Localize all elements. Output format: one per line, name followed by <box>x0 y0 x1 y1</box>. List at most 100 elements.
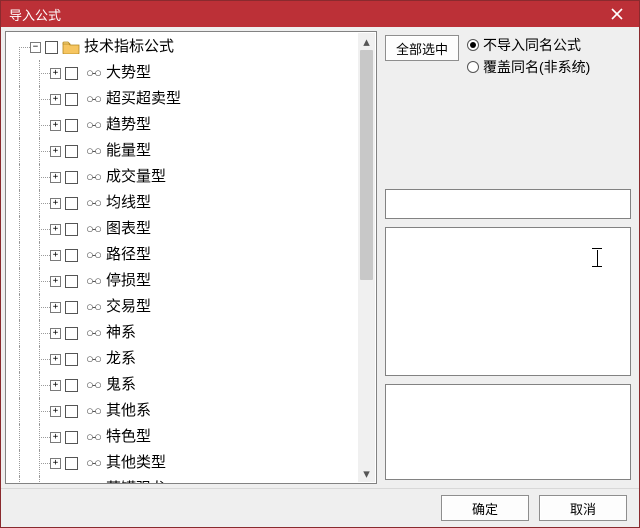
scroll-thumb[interactable] <box>360 50 373 280</box>
expander-icon[interactable]: + <box>50 198 61 209</box>
tree-node-label: 神系 <box>106 320 136 346</box>
checkbox[interactable] <box>45 41 58 54</box>
options-row: 全部选中 不导入同名公式 覆盖同名(非系统) <box>381 31 635 77</box>
expander-icon[interactable]: + <box>50 68 61 79</box>
tree-node[interactable]: +○-○蓄罐强龙 <box>10 476 376 483</box>
window-title: 导入公式 <box>9 5 61 24</box>
radio-skip-same-name[interactable]: 不导入同名公式 <box>467 35 590 55</box>
checkbox[interactable] <box>65 249 78 262</box>
tree-node[interactable]: +○-○超买超卖型 <box>10 86 376 112</box>
import-formula-dialog: 导入公式 −技术指标公式+○-○大势型+○-○超买超卖型+○-○趋势型+○-○能… <box>0 0 640 528</box>
tree-node[interactable]: +○-○成交量型 <box>10 164 376 190</box>
expander-icon[interactable]: + <box>50 354 61 365</box>
tree-node[interactable]: +○-○大势型 <box>10 60 376 86</box>
expander-icon[interactable]: + <box>50 302 61 313</box>
info-panel-small <box>385 189 631 219</box>
cancel-button[interactable]: 取消 <box>539 495 627 521</box>
link-icon: ○-○ <box>82 196 104 210</box>
scroll-down-icon[interactable]: ▾ <box>358 465 375 482</box>
checkbox[interactable] <box>65 171 78 184</box>
scroll-up-icon[interactable]: ▴ <box>358 33 375 50</box>
expander-icon[interactable]: + <box>50 224 61 235</box>
tree-scrollbar[interactable]: ▴ ▾ <box>358 33 375 482</box>
tree-root[interactable]: − 技术指标公式 <box>10 34 376 60</box>
checkbox[interactable] <box>65 119 78 132</box>
link-icon: ○-○ <box>82 404 104 418</box>
radio-label: 不导入同名公式 <box>483 35 581 55</box>
tree-node[interactable]: + ○-○路径型 <box>10 242 376 268</box>
link-icon: ○-○ <box>82 300 104 314</box>
ok-button[interactable]: 确定 <box>441 495 529 521</box>
expander-icon[interactable]: − <box>30 42 41 53</box>
dialog-buttons: 确定 取消 <box>1 488 639 527</box>
tree-node-label: 大势型 <box>106 60 151 86</box>
tree-node-label: 技术指标公式 <box>84 34 174 60</box>
checkbox[interactable] <box>65 457 78 470</box>
titlebar: 导入公式 <box>1 1 639 27</box>
radio-label: 覆盖同名(非系统) <box>483 57 590 77</box>
checkbox[interactable] <box>65 405 78 418</box>
tree-node-label: 鬼系 <box>106 372 136 398</box>
description-panel[interactable] <box>385 227 631 376</box>
folder-icon <box>62 40 80 54</box>
tree-node[interactable]: +○-○特色型 <box>10 424 376 450</box>
scroll-track[interactable] <box>358 50 375 465</box>
tree-node-label: 特色型 <box>106 424 151 450</box>
expander-icon[interactable]: + <box>50 276 61 287</box>
checkbox[interactable] <box>65 483 78 484</box>
expander-icon[interactable]: + <box>50 328 61 339</box>
tree-node[interactable]: + ○-○停损型 <box>10 268 376 294</box>
select-all-button[interactable]: 全部选中 <box>385 35 459 61</box>
checkbox[interactable] <box>65 67 78 80</box>
tree-node-label: 趋势型 <box>106 112 151 138</box>
expander-icon[interactable]: + <box>50 406 61 417</box>
tree-node-label: 均线型 <box>106 190 151 216</box>
checkbox[interactable] <box>65 353 78 366</box>
tree-node[interactable]: + ○-○均线型 <box>10 190 376 216</box>
checkbox[interactable] <box>65 275 78 288</box>
expander-icon[interactable]: + <box>50 250 61 261</box>
expander-icon[interactable]: + <box>50 432 61 443</box>
close-button[interactable] <box>595 1 639 27</box>
tree-node[interactable]: +○-○图表型 <box>10 216 376 242</box>
tree-node[interactable]: +○-○其他系 <box>10 398 376 424</box>
link-icon: ○-○ <box>82 118 104 132</box>
tree-node-label: 路径型 <box>106 242 151 268</box>
tree-node[interactable]: +○-○交易型 <box>10 294 376 320</box>
checkbox[interactable] <box>65 379 78 392</box>
radio-overwrite-nonsys[interactable]: 覆盖同名(非系统) <box>467 57 590 77</box>
checkbox[interactable] <box>65 93 78 106</box>
tree-node[interactable]: +○-○其他类型 <box>10 450 376 476</box>
formula-tree[interactable]: −技术指标公式+○-○大势型+○-○超买超卖型+○-○趋势型+○-○能量型+○-… <box>6 32 376 483</box>
link-icon: ○-○ <box>82 378 104 392</box>
expander-icon[interactable]: + <box>50 380 61 391</box>
expander-icon[interactable]: + <box>50 146 61 157</box>
radio-dot-icon <box>467 61 479 73</box>
close-icon <box>611 8 623 20</box>
checkbox[interactable] <box>65 301 78 314</box>
tree-node[interactable]: +○-○能量型 <box>10 138 376 164</box>
link-icon: ○-○ <box>82 274 104 288</box>
link-icon: ○-○ <box>82 248 104 262</box>
checkbox[interactable] <box>65 431 78 444</box>
tree-node-label: 其他类型 <box>106 450 166 476</box>
text-cursor-icon <box>592 248 602 268</box>
checkbox[interactable] <box>65 197 78 210</box>
tree-node[interactable]: +○-○神系 <box>10 320 376 346</box>
tree-node-label: 停损型 <box>106 268 151 294</box>
tree-node-label: 图表型 <box>106 216 151 242</box>
link-icon: ○-○ <box>82 92 104 106</box>
dialog-body: −技术指标公式+○-○大势型+○-○超买超卖型+○-○趋势型+○-○能量型+○-… <box>1 27 639 527</box>
checkbox[interactable] <box>65 223 78 236</box>
tree-node[interactable]: + ○-○趋势型 <box>10 112 376 138</box>
expander-icon[interactable]: + <box>50 120 61 131</box>
checkbox[interactable] <box>65 145 78 158</box>
import-mode-radios: 不导入同名公式 覆盖同名(非系统) <box>467 35 590 77</box>
expander-icon[interactable]: + <box>50 94 61 105</box>
checkbox[interactable] <box>65 327 78 340</box>
tree-node-label: 龙系 <box>106 346 136 372</box>
tree-node[interactable]: + ○-○鬼系 <box>10 372 376 398</box>
expander-icon[interactable]: + <box>50 458 61 469</box>
tree-node[interactable]: +○-○龙系 <box>10 346 376 372</box>
expander-icon[interactable]: + <box>50 172 61 183</box>
